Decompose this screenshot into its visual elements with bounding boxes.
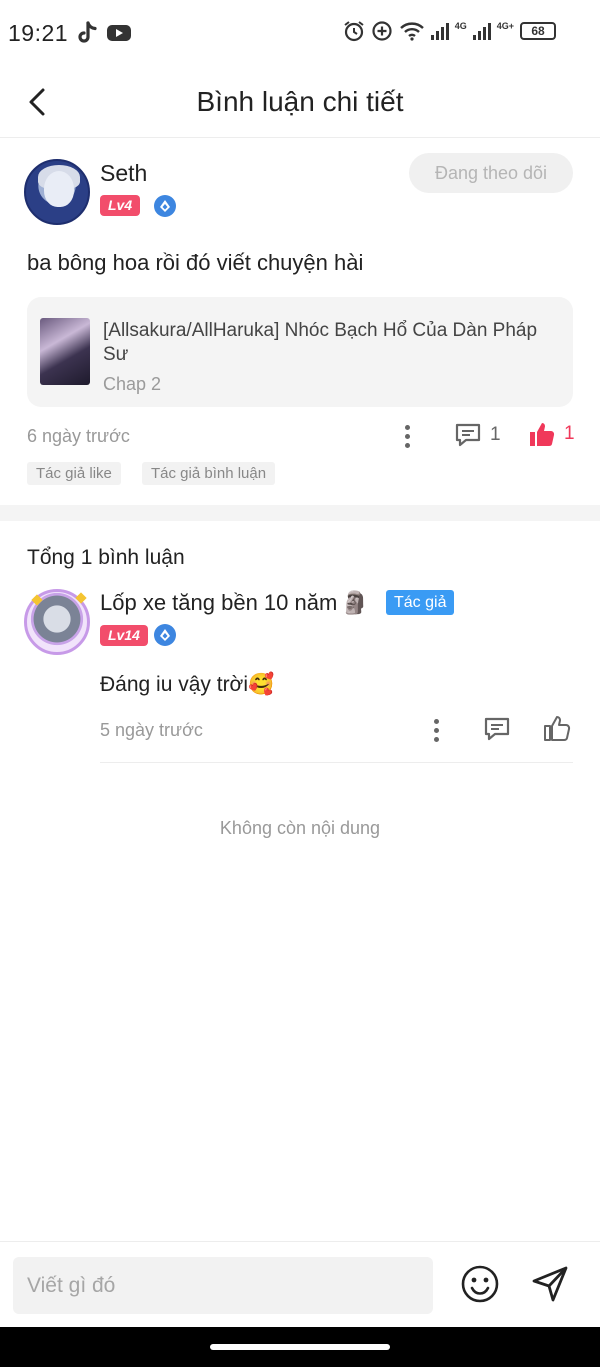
smiley-icon — [461, 1265, 499, 1303]
gem-badge-icon — [154, 624, 176, 646]
data-saver-icon — [372, 21, 392, 41]
level-badge: Lv4 — [100, 195, 141, 216]
reply-button[interactable] — [483, 716, 511, 742]
send-icon — [532, 1266, 568, 1302]
work-card[interactable]: [Allsakura/AllHaruka] Nhóc Bạch Hổ Của D… — [27, 297, 573, 407]
post-time: 6 ngày trước — [27, 426, 130, 446]
level-badge: Lv14 — [100, 625, 148, 646]
alarm-icon — [344, 21, 364, 42]
comment-icon — [484, 717, 510, 741]
status-bar: 19:21 4G 4G+ 68 — [0, 0, 600, 66]
post-username[interactable]: Seth — [100, 160, 147, 187]
like-button[interactable]: 1 — [528, 420, 575, 448]
comment-username[interactable]: Lốp xe tăng bền 10 năm 🗿 — [100, 590, 369, 616]
signal-2-icon — [472, 22, 491, 40]
wifi-icon — [399, 22, 424, 41]
network-type-1: 4G — [454, 21, 467, 31]
comment-icon — [455, 423, 481, 447]
status-time: 19:21 — [8, 19, 69, 46]
battery-icon: 68 — [520, 22, 556, 40]
follow-button[interactable]: Đang theo dõi — [409, 153, 573, 193]
tag-author-like: Tác giả like — [27, 462, 121, 485]
comment-button[interactable]: 1 — [454, 422, 501, 448]
like-count: 1 — [564, 423, 575, 444]
youtube-icon — [107, 25, 132, 41]
end-of-content: Không còn nội dung — [219, 818, 381, 838]
author-badge: Tác giả — [386, 590, 455, 615]
avatar[interactable] — [24, 159, 90, 225]
total-comments: Tổng 1 bình luận — [27, 546, 185, 569]
emoji-button[interactable] — [460, 1264, 500, 1309]
work-chapter: Chap 2 — [103, 374, 162, 394]
signal-1-icon — [430, 22, 449, 40]
more-vertical-icon[interactable] — [426, 716, 446, 744]
home-indicator[interactable] — [210, 1344, 390, 1350]
comment-count: 1 — [490, 424, 501, 445]
comment-time: 5 ngày trước — [100, 720, 203, 740]
network-type-2: 4G+ — [496, 21, 514, 31]
comment-text: Đáng iu vậy trời🥰 — [100, 673, 275, 696]
comment-input-bar — [0, 1241, 600, 1327]
post-text: ba bông hoa rồi đó viết chuyện hài — [27, 250, 364, 275]
status-right-icons: 4G 4G+ 68 — [343, 20, 556, 42]
thumbs-up-icon — [544, 716, 571, 741]
comment-divider — [100, 762, 573, 763]
avatar[interactable] — [24, 589, 90, 655]
comment-input[interactable] — [13, 1257, 433, 1314]
status-left-icons — [76, 21, 132, 45]
system-navigation-bar — [0, 1327, 600, 1367]
moai-emoji: 🗿 — [341, 590, 369, 615]
tiktok-icon — [78, 21, 97, 43]
comment-like-button[interactable] — [543, 714, 571, 742]
section-divider — [0, 505, 600, 521]
gem-badge-icon — [154, 195, 176, 217]
work-title: [Allsakura/AllHaruka] Nhóc Bạch Hổ Của D… — [103, 320, 538, 365]
header: Bình luận chi tiết — [0, 66, 600, 138]
work-cover-image — [40, 318, 90, 385]
page-title: Bình luận chi tiết — [196, 86, 404, 117]
tag-author-comment: Tác giả bình luận — [142, 462, 276, 485]
more-vertical-icon[interactable] — [397, 422, 417, 450]
battery-level: 68 — [531, 24, 545, 38]
send-button[interactable] — [530, 1264, 570, 1309]
comment-username-text: Lốp xe tăng bền 10 năm — [100, 590, 338, 615]
thumbs-up-filled-icon — [530, 423, 555, 446]
